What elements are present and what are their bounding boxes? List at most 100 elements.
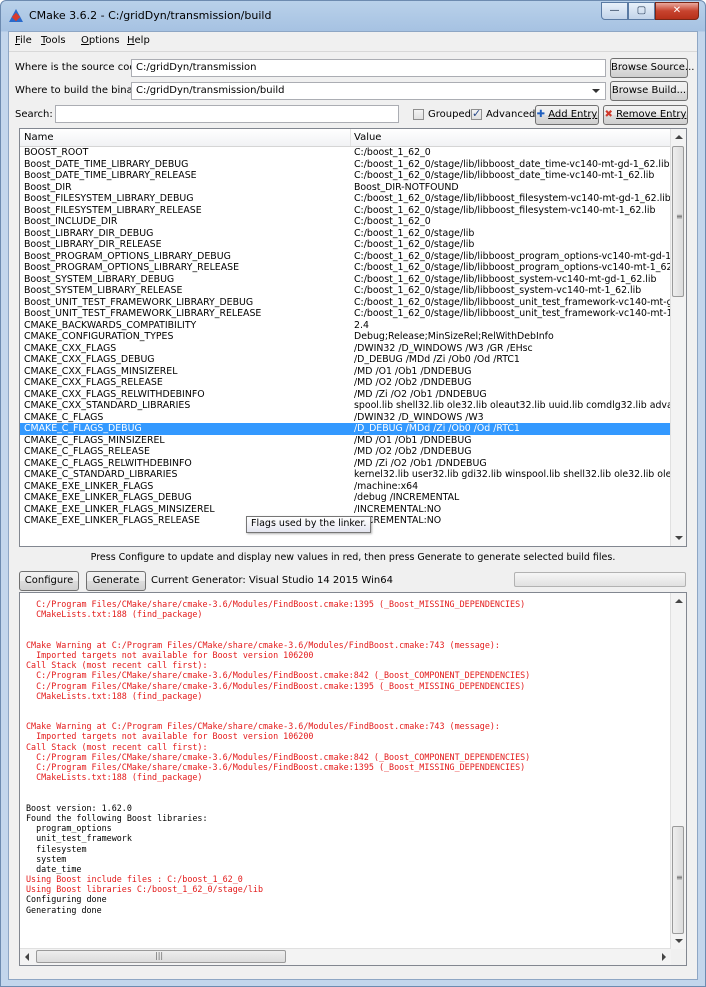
cell-value[interactable]: Debug;Release;MinSizeRel;RelWithDebInfo — [354, 331, 670, 343]
cell-name[interactable]: CMAKE_EXE_LINKER_FLAGS_MINSIZEREL — [24, 504, 346, 516]
cell-value[interactable]: C:/boost_1_62_0/stage/lib/libboost_syste… — [354, 285, 670, 297]
cell-name[interactable]: Boost_FILESYSTEM_LIBRARY_DEBUG — [24, 193, 346, 205]
table-row[interactable]: BOOST_ROOT C:/boost_1_62_0 — [20, 147, 672, 159]
cell-name[interactable]: Boost_LIBRARY_DIR_RELEASE — [24, 239, 346, 251]
table-row[interactable]: Boost_UNIT_TEST_FRAMEWORK_LIBRARY_DEBUG C… — [20, 297, 672, 309]
cell-value[interactable]: C:/boost_1_62_0 — [354, 216, 670, 228]
table-row[interactable]: Boost_PROGRAM_OPTIONS_LIBRARY_RELEASE C:/… — [20, 262, 672, 274]
table-row[interactable]: Boost_UNIT_TEST_FRAMEWORK_LIBRARY_RELEAS… — [20, 308, 672, 320]
cell-name[interactable]: Boost_PROGRAM_OPTIONS_LIBRARY_RELEASE — [24, 262, 346, 274]
cell-value[interactable]: C:/boost_1_62_0/stage/lib — [354, 239, 670, 251]
cell-value[interactable]: 2.4 — [354, 320, 670, 332]
table-row[interactable]: CMAKE_EXE_LINKER_FLAGS_DEBUG/debug /INCR… — [20, 492, 672, 504]
advanced-checkbox[interactable] — [471, 107, 482, 120]
cell-name[interactable]: CMAKE_EXE_LINKER_FLAGS_DEBUG — [24, 492, 346, 504]
cell-value[interactable]: /INCREMENTAL:NO — [354, 504, 670, 516]
output-vertical-scrollbar[interactable]: ≡ — [670, 593, 686, 949]
column-header-value[interactable]: Value — [354, 132, 381, 143]
cell-name[interactable]: CMAKE_CXX_STANDARD_LIBRARIES — [24, 400, 346, 412]
table-row[interactable]: Boost_PROGRAM_OPTIONS_LIBRARY_DEBUG C:/bo… — [20, 251, 672, 263]
table-row[interactable]: CMAKE_CXX_FLAGS /DWIN32 /D_WINDOWS /W3 /… — [20, 343, 672, 355]
table-row[interactable]: Boost_LIBRARY_DIR_DEBUG C:/boost_1_62_0/s… — [20, 228, 672, 240]
scroll-up-icon[interactable] — [675, 599, 683, 603]
minimize-button[interactable]: — — [601, 2, 628, 20]
cell-value[interactable]: C:/boost_1_62_0/stage/lib/libboost_date_… — [354, 170, 670, 182]
grouped-checkbox[interactable] — [413, 109, 424, 120]
table-row[interactable]: Boost_INCLUDE_DIR C:/boost_1_62_0 — [20, 216, 672, 228]
cell-value[interactable]: /MD /O1 /Ob1 /DNDEBUG — [354, 435, 670, 447]
generate-button[interactable]: Generate — [86, 571, 146, 591]
cell-name[interactable]: Boost_UNIT_TEST_FRAMEWORK_LIBRARY_DEBUG — [24, 297, 346, 309]
cell-value[interactable]: spool.lib shell32.lib ole32.lib oleaut32… — [354, 400, 670, 412]
cell-name[interactable]: Boost_UNIT_TEST_FRAMEWORK_LIBRARY_RELEAS… — [24, 308, 346, 320]
scroll-left-icon[interactable] — [25, 953, 29, 961]
cell-name[interactable]: CMAKE_C_FLAGS_MINSIZEREL — [24, 435, 346, 447]
scroll-down-icon[interactable] — [675, 939, 683, 943]
cell-value[interactable]: /INCREMENTAL:NO — [354, 515, 670, 527]
cell-name[interactable]: CMAKE_CXX_FLAGS_RELWITHDEBINFO — [24, 389, 346, 401]
cell-name[interactable]: Boost_SYSTEM_LIBRARY_RELEASE — [24, 285, 346, 297]
cell-name[interactable]: CMAKE_CXX_FLAGS_MINSIZEREL — [24, 366, 346, 378]
cell-name[interactable]: CMAKE_C_FLAGS — [24, 412, 346, 424]
chevron-down-icon[interactable] — [592, 89, 600, 93]
table-scroll-thumb[interactable]: ≡ — [672, 146, 684, 297]
cell-name[interactable]: CMAKE_CXX_FLAGS_RELEASE — [24, 377, 346, 389]
table-row[interactable]: CMAKE_CXX_STANDARD_LIBRARIES spool.lib sh… — [20, 400, 672, 412]
configure-button[interactable]: Configure — [19, 571, 79, 591]
add-entry-button[interactable]: ✚ Add Entry — [535, 105, 599, 125]
table-row[interactable]: Boost_FILESYSTEM_LIBRARY_DEBUG C:/boost_1… — [20, 193, 672, 205]
cell-value[interactable]: /MD /O2 /Ob2 /DNDEBUG — [354, 446, 670, 458]
menu-file[interactable]: File — [15, 35, 32, 46]
table-row[interactable]: Boost_LIBRARY_DIR_RELEASE C:/boost_1_62_0… — [20, 239, 672, 251]
table-row[interactable]: Boost_DATE_TIME_LIBRARY_DEBUG C:/boost_1_… — [20, 159, 672, 171]
cell-value[interactable]: C:/boost_1_62_0/stage/lib/libboost_date_… — [354, 159, 670, 171]
cell-name[interactable]: CMAKE_C_STANDARD_LIBRARIES — [24, 469, 346, 481]
table-row[interactable]: CMAKE_C_FLAGS_DEBUG/D_DEBUG /MDd /Zi /Ob… — [20, 423, 672, 435]
cell-name[interactable]: CMAKE_C_FLAGS_DEBUG — [24, 423, 346, 435]
browse-source-button[interactable]: Browse Source... — [610, 58, 694, 78]
close-button[interactable]: ✕ — [655, 2, 699, 20]
output-hscroll-thumb[interactable]: ||| — [36, 950, 286, 963]
cell-value[interactable]: C:/boost_1_62_0/stage/lib/libboost_progr… — [354, 251, 670, 263]
table-row[interactable]: Boost_SYSTEM_LIBRARY_RELEASE C:/boost_1_6… — [20, 285, 672, 297]
scroll-up-icon[interactable] — [675, 135, 683, 139]
cell-name[interactable]: Boost_DIR — [24, 182, 346, 194]
table-row[interactable]: Boost_FILESYSTEM_LIBRARY_RELEASE C:/boost… — [20, 205, 672, 217]
output-log[interactable]: C:/Program Files/CMake/share/cmake-3.6/M… — [19, 592, 687, 966]
cell-value[interactable]: C:/boost_1_62_0 — [354, 147, 670, 159]
menu-tools[interactable]: Tools — [41, 35, 66, 46]
cell-name[interactable]: CMAKE_CONFIGURATION_TYPES — [24, 331, 346, 343]
table-row[interactable]: CMAKE_CXX_FLAGS_MINSIZEREL/MD /O1 /Ob1 /… — [20, 366, 672, 378]
cell-name[interactable]: Boost_FILESYSTEM_LIBRARY_RELEASE — [24, 205, 346, 217]
table-row[interactable]: CMAKE_C_FLAGS_RELWITHDEBINFO/MD /Zi /O2 … — [20, 458, 672, 470]
cell-name[interactable]: CMAKE_CXX_FLAGS — [24, 343, 346, 355]
cell-name[interactable]: Boost_SYSTEM_LIBRARY_DEBUG — [24, 274, 346, 286]
title-bar[interactable]: CMake 3.6.2 - C:/gridDyn/transmission/bu… — [1, 1, 705, 31]
cell-name[interactable]: Boost_LIBRARY_DIR_DEBUG — [24, 228, 346, 240]
cell-value[interactable]: /MD /O1 /Ob1 /DNDEBUG — [354, 366, 670, 378]
output-horizontal-scrollbar[interactable]: ||| — [20, 948, 671, 965]
cell-value[interactable]: /MD /Zi /O2 /Ob1 /DNDEBUG — [354, 389, 670, 401]
menu-options[interactable]: Options — [81, 35, 120, 46]
table-row[interactable]: Boost_SYSTEM_LIBRARY_DEBUG C:/boost_1_62_… — [20, 274, 672, 286]
cell-value[interactable]: C:/boost_1_62_0/stage/lib/libboost_files… — [354, 193, 670, 205]
cell-name[interactable]: CMAKE_C_FLAGS_RELWITHDEBINFO — [24, 458, 346, 470]
cell-value[interactable]: /DWIN32 /D_WINDOWS /W3 — [354, 412, 670, 424]
cell-value[interactable]: C:/boost_1_62_0/stage/lib/libboost_unit_… — [354, 308, 670, 320]
cell-value[interactable]: /D_DEBUG /MDd /Zi /Ob0 /Od /RTC1 — [354, 354, 670, 366]
table-row[interactable]: CMAKE_C_FLAGS /DWIN32 /D_WINDOWS /W3 — [20, 412, 672, 424]
table-row[interactable]: CMAKE_CXX_FLAGS_RELWITHDEBINFO/MD /Zi /O… — [20, 389, 672, 401]
cell-value[interactable]: /debug /INCREMENTAL — [354, 492, 670, 504]
table-row[interactable]: CMAKE_CONFIGURATION_TYPES Debug;Release;M… — [20, 331, 672, 343]
cell-name[interactable]: Boost_DATE_TIME_LIBRARY_RELEASE — [24, 170, 346, 182]
cell-value[interactable]: C:/boost_1_62_0/stage/lib/libboost_syste… — [354, 274, 670, 286]
table-row[interactable]: CMAKE_BACKWARDS_COMPATIBILITY 2.4 — [20, 320, 672, 332]
output-scroll-thumb[interactable]: ≡ — [672, 826, 684, 934]
table-row[interactable]: CMAKE_CXX_FLAGS_RELEASE/MD /O2 /Ob2 /DND… — [20, 377, 672, 389]
cell-value[interactable]: C:/boost_1_62_0/stage/lib/libboost_progr… — [354, 262, 670, 274]
maximize-button[interactable]: ▢ — [628, 2, 655, 20]
cell-name[interactable]: Boost_DATE_TIME_LIBRARY_DEBUG — [24, 159, 346, 171]
table-row[interactable]: CMAKE_C_STANDARD_LIBRARIES kernel32.lib u… — [20, 469, 672, 481]
cell-name[interactable]: Boost_PROGRAM_OPTIONS_LIBRARY_DEBUG — [24, 251, 346, 263]
table-row[interactable]: CMAKE_C_FLAGS_RELEASE/MD /O2 /Ob2 /DNDEB… — [20, 446, 672, 458]
